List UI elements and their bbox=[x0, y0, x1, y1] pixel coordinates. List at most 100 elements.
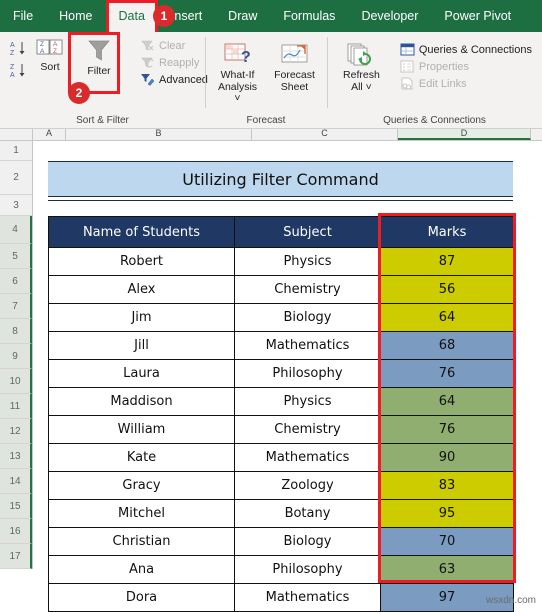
cell-marks[interactable]: 64 bbox=[380, 387, 514, 416]
ribbon-tab-power-pivot[interactable]: Power Pivot bbox=[431, 0, 524, 32]
cell-student-name[interactable]: Alex bbox=[48, 275, 235, 304]
forecast-sheet-label-2: Sheet bbox=[280, 80, 309, 93]
ribbon-tab-formulas[interactable]: Formulas bbox=[270, 0, 348, 32]
clear-filter-button[interactable]: Clear bbox=[136, 38, 212, 53]
data-table: Name of Students Subject Marks Robert Phy… bbox=[48, 216, 514, 612]
forecast-sheet-button[interactable]: Forecast Sheet bbox=[268, 40, 321, 95]
cell-subject[interactable]: Chemistry bbox=[234, 275, 381, 304]
chevron-down-icon[interactable]: ˅ bbox=[366, 81, 372, 93]
cell-subject[interactable]: Chemistry bbox=[234, 415, 381, 444]
column-header-name[interactable]: Name of Students bbox=[48, 216, 235, 248]
row-header-8[interactable]: 8 bbox=[0, 319, 32, 344]
svg-text:Z: Z bbox=[40, 41, 44, 48]
cell-subject[interactable]: Philosophy bbox=[234, 555, 381, 584]
cell-marks[interactable]: 76 bbox=[380, 359, 514, 388]
cell-student-name[interactable]: Ana bbox=[48, 555, 235, 584]
select-all-corner[interactable] bbox=[0, 129, 33, 140]
row-header-9[interactable]: 9 bbox=[0, 344, 32, 369]
cell-subject[interactable]: Biology bbox=[234, 303, 381, 332]
row-header-2[interactable]: 2 bbox=[0, 161, 32, 195]
ribbon-tab-home[interactable]: Home bbox=[46, 0, 105, 32]
row-header-5[interactable]: 5 bbox=[0, 244, 32, 269]
sort-button[interactable]: Z A A Z Sort bbox=[30, 36, 70, 76]
column-header-subject[interactable]: Subject bbox=[234, 216, 381, 248]
row-header-1[interactable]: 1 bbox=[0, 141, 32, 161]
row-header-13[interactable]: 13 bbox=[0, 444, 32, 469]
column-header-A[interactable]: A bbox=[33, 129, 66, 140]
cell-subject[interactable]: Zoology bbox=[234, 471, 381, 500]
queries-and-connections-button[interactable]: Queries & Connections bbox=[396, 42, 536, 57]
cell-marks[interactable]: 76 bbox=[380, 415, 514, 444]
cell-student-name[interactable]: Mitchel bbox=[48, 499, 235, 528]
ribbon-tab-label: Draw bbox=[228, 9, 258, 23]
row-header-15[interactable]: 15 bbox=[0, 494, 32, 519]
cell-student-name[interactable]: Gracy bbox=[48, 471, 235, 500]
cell-marks[interactable]: 64 bbox=[380, 303, 514, 332]
cell-student-name[interactable]: Jill bbox=[48, 331, 235, 360]
clear-filter-label: Clear bbox=[159, 39, 186, 52]
cell-subject[interactable]: Philosophy bbox=[234, 359, 381, 388]
cell-student-name[interactable]: Christian bbox=[48, 527, 235, 556]
column-header-D[interactable]: D bbox=[398, 129, 531, 140]
cell-student-name[interactable]: William bbox=[48, 415, 235, 444]
cell-student-name[interactable]: Maddison bbox=[48, 387, 235, 416]
row-header-7[interactable]: 7 bbox=[0, 294, 32, 319]
cell-subject[interactable]: Mathematics bbox=[234, 443, 381, 472]
row-header-12[interactable]: 12 bbox=[0, 419, 32, 444]
cell-subject[interactable]: Physics bbox=[234, 387, 381, 416]
cell-student-name[interactable]: Robert bbox=[48, 247, 235, 276]
ribbon-tab-label: Data bbox=[118, 9, 145, 23]
cell-marks[interactable]: 87 bbox=[380, 247, 514, 276]
row-header-10[interactable]: 10 bbox=[0, 369, 32, 394]
cell-marks[interactable]: 70 bbox=[380, 527, 514, 556]
cell-subject[interactable]: Biology bbox=[234, 527, 381, 556]
reapply-button[interactable]: Reapply bbox=[136, 55, 212, 70]
properties-button[interactable]: Properties bbox=[396, 59, 536, 74]
svg-text:?: ? bbox=[241, 49, 251, 66]
ribbon-body: A Z Z A Z A A Z Sort Filter Clear Reappl… bbox=[0, 32, 542, 129]
ribbon-tab-file[interactable]: File bbox=[0, 0, 46, 32]
cell-marks[interactable]: 83 bbox=[380, 471, 514, 500]
row-header-14[interactable]: 14 bbox=[0, 469, 32, 494]
sheet-title-cell[interactable]: Utilizing Filter Command bbox=[48, 161, 513, 196]
svg-text:Z: Z bbox=[10, 50, 15, 57]
sort-descending-icon[interactable]: Z A bbox=[10, 62, 28, 79]
cell-student-name[interactable]: Jim bbox=[48, 303, 235, 332]
what-if-analysis-button[interactable]: ? What-If Analysis ˅ bbox=[211, 40, 264, 107]
cell-marks[interactable]: 90 bbox=[380, 443, 514, 472]
cell-subject[interactable]: Mathematics bbox=[234, 583, 381, 612]
chevron-down-icon[interactable]: ˅ bbox=[234, 92, 240, 104]
refresh-all-button[interactable]: Refresh All ˅ bbox=[333, 40, 390, 95]
sort-ascending-icon[interactable]: A Z bbox=[10, 40, 28, 57]
row-header-4[interactable]: 4 bbox=[0, 216, 32, 244]
cell-student-name[interactable]: Dora bbox=[48, 583, 235, 612]
cell-marks[interactable]: 68 bbox=[380, 331, 514, 360]
ribbon-tab-draw[interactable]: Draw bbox=[215, 0, 270, 32]
cell-marks[interactable]: 56 bbox=[380, 275, 514, 304]
cell-subject[interactable]: Mathematics bbox=[234, 331, 381, 360]
column-header-C[interactable]: C bbox=[252, 129, 398, 140]
cell-student-name[interactable]: Laura bbox=[48, 359, 235, 388]
cell-marks[interactable]: 95 bbox=[380, 499, 514, 528]
ribbon-tab-data[interactable]: Data bbox=[105, 0, 158, 38]
column-header-row: ABCD bbox=[0, 129, 542, 141]
advanced-filter-label: Advanced bbox=[159, 73, 208, 86]
row-header-16[interactable]: 16 bbox=[0, 519, 32, 544]
row-header-6[interactable]: 6 bbox=[0, 269, 32, 294]
edit-links-button[interactable]: Edit Links bbox=[396, 76, 536, 91]
cell-subject[interactable]: Physics bbox=[234, 247, 381, 276]
row-header-3[interactable]: 3 bbox=[0, 195, 32, 216]
column-header-marks[interactable]: Marks bbox=[380, 216, 514, 248]
sort-icon: Z A A Z bbox=[35, 38, 65, 60]
ribbon-tab-developer[interactable]: Developer bbox=[348, 0, 431, 32]
ribbon-tab-label: Developer bbox=[361, 9, 419, 23]
cell-student-name[interactable]: Kate bbox=[48, 443, 235, 472]
cell-marks[interactable]: 63 bbox=[380, 555, 514, 584]
reapply-icon bbox=[140, 56, 155, 69]
row-header-17[interactable]: 17 bbox=[0, 544, 32, 569]
column-header-B[interactable]: B bbox=[66, 129, 252, 140]
cell-subject[interactable]: Botany bbox=[234, 499, 381, 528]
advanced-filter-button[interactable]: Advanced bbox=[136, 72, 212, 87]
row-header-11[interactable]: 11 bbox=[0, 394, 32, 419]
what-if-analysis-icon: ? bbox=[221, 42, 255, 68]
